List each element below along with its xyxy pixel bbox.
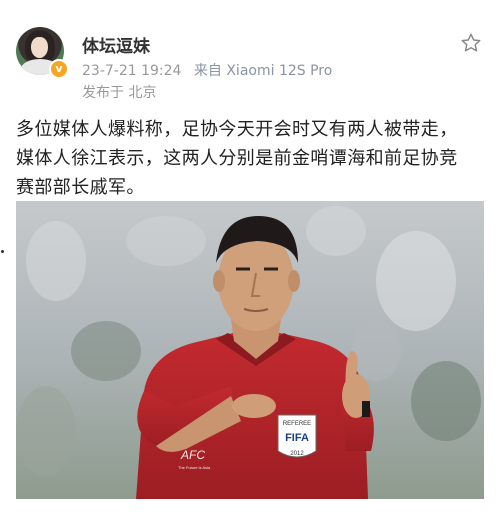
star-icon[interactable] bbox=[460, 32, 482, 54]
post-photo[interactable]: REFEREE FIFA 2012 AFC The Future is Asia bbox=[16, 201, 484, 499]
post-text-line: 媒体人徐江表示，这两人分别是前金哨谭海和前足协竞 bbox=[16, 148, 458, 169]
post-meta: 23-7-21 19:24 来自 Xiaomi 12S Pro bbox=[82, 60, 340, 80]
verified-badge-icon: v bbox=[49, 59, 69, 79]
post-timestamp: 23-7-21 19:24 bbox=[82, 63, 182, 79]
post-text-line: 多位媒体人爆料称，足协今天开会时又有两人被带走， bbox=[16, 119, 458, 140]
post-text: 多位媒体人爆料称，足协今天开会时又有两人被带走， 媒体人徐江表示，这两人分别是前… bbox=[16, 115, 486, 202]
author-name[interactable]: 体坛逗妹 bbox=[82, 32, 150, 57]
post-source-device[interactable]: 来自 Xiaomi 12S Pro bbox=[194, 63, 332, 79]
avatar-face bbox=[31, 37, 48, 58]
afc-logo-text: AFC bbox=[180, 448, 205, 462]
post-text-line: 赛部部长戚军。 bbox=[16, 177, 145, 198]
badge-fifa-text: FIFA bbox=[285, 432, 309, 444]
badge-referee-text: REFEREE bbox=[283, 421, 311, 427]
stray-dot bbox=[1, 250, 4, 253]
post-location: 发布于 北京 bbox=[82, 85, 157, 101]
badge-year-text: 2012 bbox=[290, 451, 304, 457]
weibo-post-card: v 体坛逗妹 23-7-21 19:24 来自 Xiaomi 12S Pro 发… bbox=[0, 0, 499, 512]
referee-photo-illustration: REFEREE FIFA 2012 AFC The Future is Asia bbox=[16, 201, 484, 499]
afc-slogan-text: The Future is Asia bbox=[178, 465, 211, 470]
